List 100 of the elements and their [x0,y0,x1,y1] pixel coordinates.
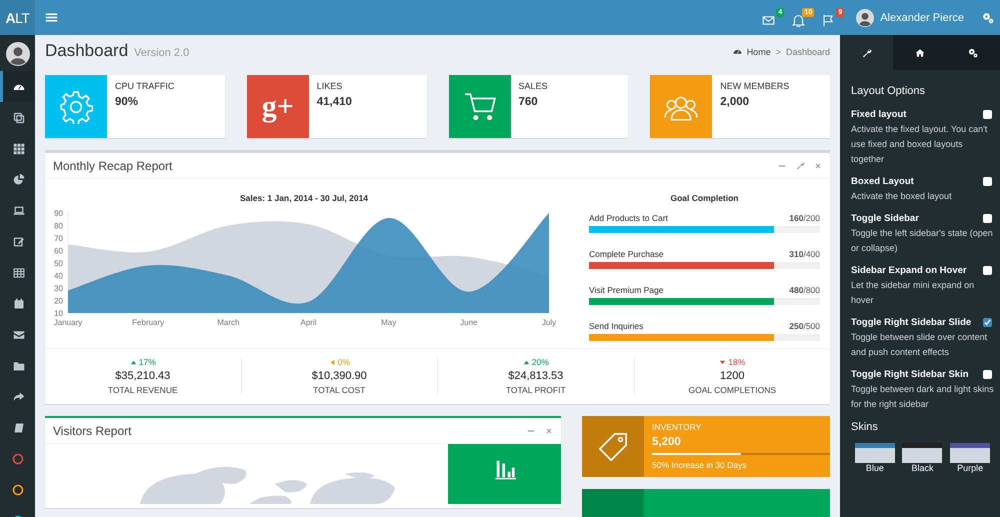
breadcrumb-link[interactable]: Home [746,46,771,56]
flag-icon [822,14,836,27]
y-tick-label: 50 [54,259,63,268]
close-icon [814,162,822,170]
x-tick-label: April [300,318,316,327]
info-box-label: SALES [518,81,548,91]
section-heading: Layout Options [851,85,926,97]
option-description: Activate the fixed layout. You can't use fixed and boxed layouts together [851,123,988,166]
option-label: Boxed Layout [851,176,914,187]
y-tick-label: 60 [54,246,63,256]
dashboard-icon [732,47,742,56]
close-button[interactable] [814,162,822,170]
option-description: Let the sidebar mini expand on hover [851,279,976,307]
calendar-icon [13,298,25,310]
pie-chart-icon [13,174,25,186]
goal-value: 160/200 [789,213,820,223]
stat-label: TOTAL PROFIT [506,385,566,395]
checkbox[interactable] [983,214,992,223]
copy-icon [13,112,25,124]
folder-icon [13,360,25,372]
percent-change: 17% [130,357,156,367]
laptop-icon [13,204,25,216]
stat-box-label: INVENTORY [652,422,702,432]
checkbox[interactable] [983,266,992,275]
stat-label: GOAL COMPLETIONS [688,385,776,395]
bell-icon [792,14,806,27]
goal-value: 310/400 [789,249,820,259]
checkbox[interactable] [983,177,992,186]
edit-icon [13,236,25,248]
avatar-icon [856,8,874,26]
info-box-label: CPU TRAFFIC [115,81,174,91]
brand-glyph: g+ [262,90,294,124]
triangle-icon [328,358,336,366]
breadcrumb-separator: > [776,46,781,56]
checkbox[interactable] [983,318,992,327]
settings-button[interactable] [796,161,805,170]
skin-option[interactable]: Purple [950,443,990,473]
option-description: Activate the boxed layout [851,190,953,203]
close-icon [545,426,553,434]
y-tick-label: 10 [54,309,63,318]
box-title: Visitors Report [53,424,132,438]
skin-option[interactable]: Blue [854,443,895,473]
label-dot[interactable] [12,484,24,496]
goal-value: 250/500 [789,321,820,331]
label-dot[interactable] [12,452,24,464]
x-tick-label: May [381,318,396,327]
stat-box-description: 50% Increase in 30 Days [652,460,748,470]
stat-amount: $35,210.43 [115,370,170,382]
info-box-value: 90% [115,96,140,108]
envelope-icon [13,328,25,340]
option-label: Toggle Right Sidebar Slide [851,317,972,328]
avatar-icon [6,42,30,66]
checkbox[interactable] [983,110,992,119]
option-description: Toggle between dark and light skins for the right sidebar [851,383,994,411]
goal-value: 480/800 [789,285,820,295]
info-box-value: 41,410 [316,96,352,108]
info-box-value: 760 [518,96,539,108]
nav-item[interactable] [0,71,35,102]
gear-icon [59,90,93,124]
gears-icon [982,12,994,24]
stat-label: TOTAL COST [313,385,366,395]
page-subtitle: Version 2.0 [134,47,190,59]
menu-icon [45,11,58,24]
gears-icon [968,48,978,58]
triangle-icon [522,358,530,366]
y-tick-label: 70 [54,234,63,243]
percent-change: 18% [719,357,746,367]
close-button[interactable] [545,426,553,434]
share-icon [13,390,25,402]
wrench-icon [862,48,872,58]
triangle-icon [130,358,137,366]
info-box-label: LIKES [316,81,344,91]
option-label: Fixed layout [851,109,906,120]
menu-button[interactable] [45,11,58,24]
user-name[interactable]: Alexander Pierce [880,12,964,24]
section-heading: Skins [851,421,879,433]
y-tick-label: 90 [54,209,63,218]
goals-title: Goal Completion [670,193,740,203]
page-title: Dashboard [45,41,128,61]
breadcrumb-link[interactable]: Dashboard [786,46,830,56]
box-title: Monthly Recap Report [53,158,172,172]
logo: ALT [0,0,35,35]
goal-label: Add Products to Cart [589,213,668,223]
y-tick-label: 30 [54,284,63,293]
grid-icon [13,142,25,154]
percent-change: 20% [522,357,549,367]
skin-option[interactable]: Black [902,443,942,473]
x-tick-label: February [132,318,164,327]
stat-amount: 1200 [720,370,744,382]
percent-change: 0% [328,357,350,367]
x-tick-label: July [542,318,556,327]
goal-label: Send Inquiries [589,321,644,331]
stat-amount: $10,390.90 [312,370,367,382]
y-tick-label: 80 [54,222,63,230]
goal-label: Complete Purchase [589,249,664,259]
gears-button[interactable] [982,12,994,24]
option-label: Toggle Sidebar [851,213,919,224]
info-box-value: 2,000 [720,96,750,108]
option-description: Toggle the left sidebar's state (open or collapse) [851,227,994,255]
checkbox[interactable] [983,370,992,379]
